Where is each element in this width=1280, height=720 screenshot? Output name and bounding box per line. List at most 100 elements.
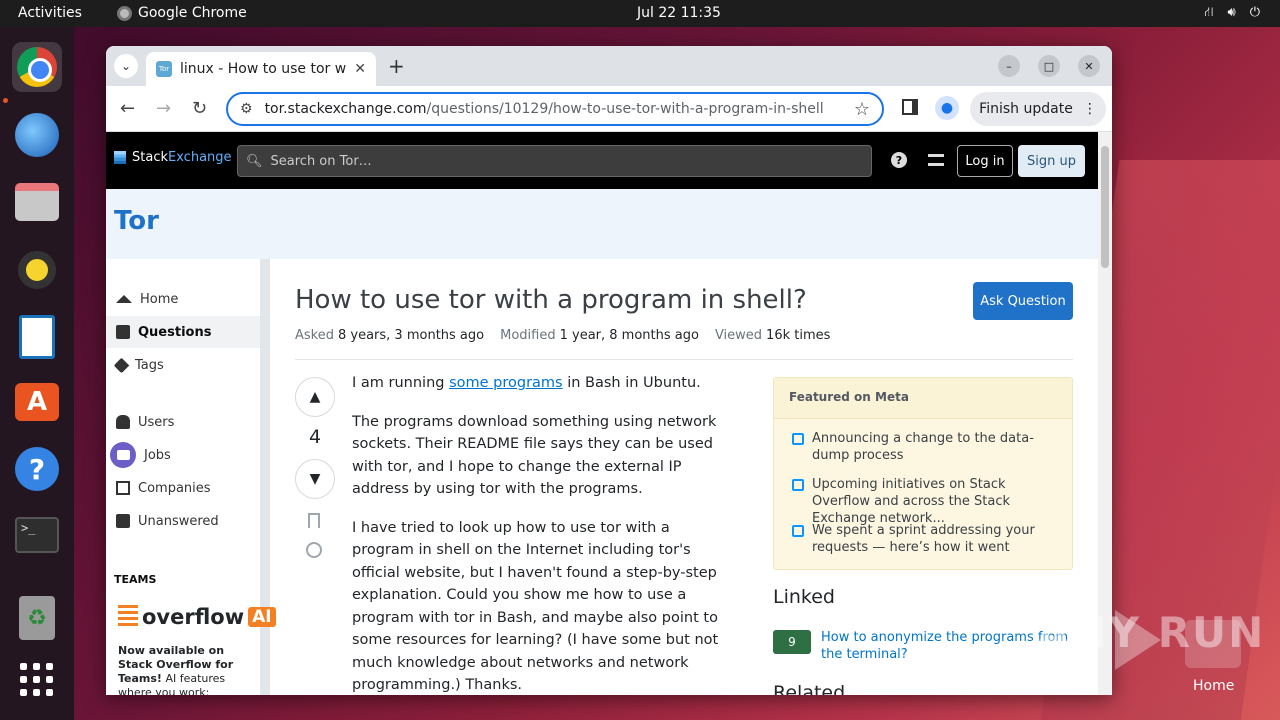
address-bar[interactable]: ⚙ tor.stackexchange.com/questions/10129/… — [226, 92, 884, 126]
system-tray[interactable]: ⛙ 🔊︎ ⏻ — [1204, 5, 1260, 22]
stackexchange-logo[interactable]: StackExchange — [114, 150, 232, 165]
signup-button[interactable]: Sign up — [1018, 145, 1085, 177]
home-icon — [116, 295, 132, 303]
overflow-ai-logo[interactable]: overflow AI — [118, 605, 276, 629]
dock-rhythmbox[interactable] — [12, 245, 62, 295]
teams-label: TEAMS — [114, 573, 157, 586]
close-window-button[interactable]: ✕ — [1078, 55, 1100, 77]
back-button[interactable]: ← — [120, 98, 135, 119]
ask-question-button[interactable]: Ask Question — [973, 282, 1073, 320]
clock[interactable]: Jul 22 11:35 — [637, 5, 721, 21]
nav-unanswered[interactable]: Unanswered — [106, 505, 260, 537]
help-icon[interactable]: ? — [891, 152, 907, 168]
upvote-button[interactable]: ▲ — [295, 377, 335, 417]
nav-questions[interactable]: Questions — [106, 316, 260, 348]
downvote-button[interactable]: ▼ — [295, 459, 335, 499]
nav-jobs[interactable]: Jobs — [106, 439, 260, 471]
active-tab[interactable]: Tor linux - How to use tor with a progra… — [146, 52, 376, 86]
activities-button[interactable]: Activities — [18, 5, 82, 21]
login-button[interactable]: Log in — [957, 145, 1013, 177]
reload-button[interactable]: ↻ — [192, 98, 207, 119]
question-paragraph: I have tried to look up how to use tor w… — [352, 519, 719, 694]
app-menu[interactable]: Google Chrome — [117, 5, 247, 21]
linked-question-link[interactable]: How to anonymize the programs from the t… — [821, 629, 1071, 663]
profile-icon[interactable]: ● — [935, 96, 959, 120]
dock-writer[interactable] — [12, 312, 62, 362]
questions-icon — [116, 325, 130, 339]
trash-icon: ♻ — [19, 596, 55, 640]
stackexchange-icon — [114, 151, 126, 164]
featured-item[interactable]: Announcing a change to the data-dump pro… — [792, 430, 1062, 464]
tab-close-icon[interactable]: ✕ — [354, 61, 366, 77]
running-indicator — [3, 98, 8, 103]
finish-update-button[interactable]: Finish update ⋮ — [970, 92, 1106, 126]
new-tab-button[interactable]: + — [388, 54, 405, 78]
featured-heading: Featured on Meta — [774, 378, 1072, 419]
network-icon: ⛙ — [1204, 5, 1214, 20]
writer-icon — [19, 315, 55, 359]
bookmark-star-icon[interactable]: ☆ — [854, 99, 870, 120]
dock-files[interactable] — [12, 177, 62, 227]
site-switcher-icon[interactable] — [928, 154, 944, 166]
forward-button[interactable]: → — [156, 98, 171, 119]
left-sidebar: Home Questions Tags Users Jobs Companies… — [106, 259, 271, 695]
question-paragraph: The programs download something using ne… — [352, 413, 717, 498]
featured-item[interactable]: We spent a sprint addressing your reques… — [792, 522, 1062, 556]
rhythmbox-icon — [18, 251, 56, 289]
linked-score-badge[interactable]: 9 — [773, 630, 811, 654]
side-panel-icon[interactable] — [902, 99, 918, 115]
site-info-icon[interactable]: ⚙ — [240, 101, 253, 117]
some-programs-link[interactable]: some programs — [449, 375, 563, 391]
chrome-small-icon — [117, 5, 132, 21]
site-name-link[interactable]: Tor — [114, 206, 159, 236]
dock-chrome[interactable] — [12, 42, 62, 92]
dock-app-center[interactable]: A — [12, 377, 62, 427]
dock-trash[interactable]: ♻ — [12, 593, 62, 643]
maximize-button[interactable]: □ — [1038, 55, 1060, 77]
volume-icon: 🔊︎ — [1227, 5, 1236, 20]
companies-icon — [116, 481, 130, 495]
dock-thunderbird[interactable] — [12, 110, 62, 160]
dock-help[interactable]: ? — [12, 444, 62, 494]
url-text: tor.stackexchange.com/questions/10129/ho… — [264, 101, 824, 117]
tab-title: linux - How to use tor with a program in… — [180, 61, 347, 77]
site-banner — [106, 189, 1098, 259]
question-title[interactable]: How to use tor with a program in shell? — [295, 285, 807, 315]
web-page: StackExchange 🔍︎ Search on Tor… ? Log in… — [106, 132, 1112, 695]
browser-toolbar: ← → ↻ ⚙ tor.stackexchange.com/questions/… — [106, 86, 1112, 132]
se-topbar: StackExchange 🔍︎ Search on Tor… ? Log in… — [106, 132, 1098, 189]
scroll-thumb[interactable] — [1101, 146, 1109, 268]
minimize-button[interactable]: – — [998, 55, 1020, 77]
more-menu-icon[interactable]: ⋮ — [1083, 101, 1097, 117]
home-folder-label[interactable]: Home — [1193, 678, 1234, 694]
dock-terminal[interactable]: >_ — [12, 510, 62, 560]
app-grid-icon — [20, 663, 54, 697]
power-icon: ⏻ — [1249, 5, 1260, 20]
dock-app-grid[interactable] — [12, 655, 62, 705]
browser-window: ⌄ Tor linux - How to use tor with a prog… — [106, 46, 1112, 695]
stackoverflow-icon — [118, 605, 138, 629]
nav-users[interactable]: Users — [106, 406, 260, 438]
thunderbird-icon — [15, 113, 59, 157]
jobs-icon — [110, 442, 136, 468]
chat-bubble-icon — [792, 479, 804, 491]
unanswered-icon — [116, 514, 130, 528]
nav-home[interactable]: Home — [106, 283, 260, 315]
app-name: Google Chrome — [138, 5, 247, 21]
tab-strip: ⌄ Tor linux - How to use tor with a prog… — [106, 46, 1112, 86]
question-meta: Asked 8 years, 3 months ago Modified 1 yea… — [295, 328, 831, 343]
history-icon[interactable] — [306, 542, 322, 558]
sidebar-divider — [260, 259, 270, 695]
featured-item[interactable]: Upcoming initiatives on Stack Overflow a… — [792, 476, 1062, 527]
bookmark-icon[interactable] — [308, 513, 320, 528]
top-bar: Activities Google Chrome Jul 22 11:35 ⛙ … — [0, 0, 1280, 27]
tag-icon — [113, 357, 130, 373]
home-folder-icon[interactable] — [1185, 620, 1241, 668]
site-search-input[interactable]: 🔍︎ Search on Tor… — [237, 145, 872, 177]
nav-tags[interactable]: Tags — [106, 349, 260, 381]
related-heading: Related — [773, 682, 846, 695]
tab-search-button[interactable]: ⌄ — [114, 54, 138, 78]
app-center-icon: A — [15, 383, 59, 421]
nav-companies[interactable]: Companies — [106, 472, 260, 504]
chat-bubble-icon — [792, 525, 804, 537]
